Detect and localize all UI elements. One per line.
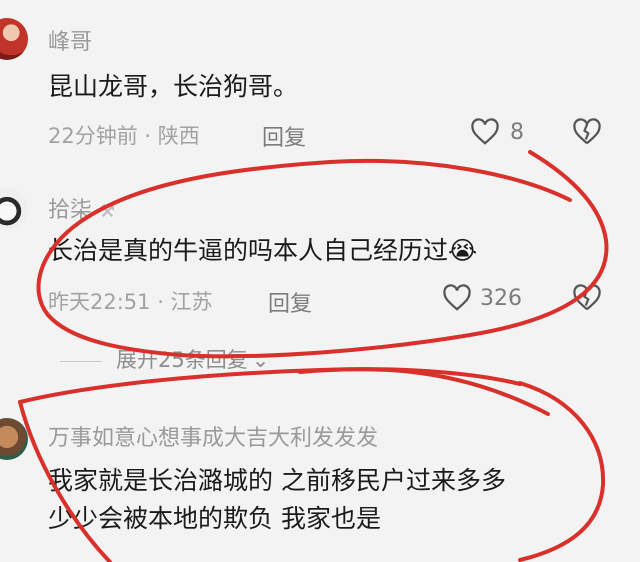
- reply-button[interactable]: 回复: [268, 286, 312, 318]
- broken-heart-icon[interactable]: [572, 118, 602, 146]
- username-text: 拾柒: [48, 198, 93, 223]
- username[interactable]: 拾柒 ⚒: [48, 192, 115, 224]
- comment-text-body: 长治是真的牛逼的吗本人自己经历过: [48, 236, 449, 265]
- time-location: 昨天22:51 · 江苏: [48, 290, 213, 314]
- username[interactable]: 万事如意心想事成大吉大利发发发: [48, 420, 378, 452]
- comment-text: 长治是真的牛逼的吗本人自己经历过😭: [48, 232, 477, 270]
- like-count: 326: [480, 286, 522, 311]
- like-count: 8: [510, 120, 524, 145]
- heart-icon[interactable]: [442, 284, 472, 312]
- comment-text-line: 少少会被本地的欺负 我家也是: [48, 504, 381, 533]
- hammer-icon: ⚒: [99, 201, 116, 222]
- divider: [60, 360, 102, 362]
- comment-text-line: 我家就是长治潞城的 之前移民户过来多多: [48, 466, 506, 495]
- avatar[interactable]: [0, 18, 28, 60]
- broken-heart-icon[interactable]: [572, 284, 602, 312]
- avatar[interactable]: [0, 188, 28, 230]
- reply-button[interactable]: 回复: [262, 120, 306, 152]
- crying-emoji: 😭: [448, 236, 478, 265]
- time-location: 22分钟前 · 陕西: [48, 124, 200, 148]
- heart-icon[interactable]: [470, 118, 500, 146]
- comment-text: 我家就是长治潞城的 之前移民户过来多多 少少会被本地的欺负 我家也是: [48, 462, 506, 538]
- avatar[interactable]: [0, 418, 28, 460]
- comment-text: 昆山龙哥，长治狗哥。: [48, 72, 299, 101]
- expand-replies-button[interactable]: 展开25条回复 ⌄: [60, 344, 269, 374]
- username[interactable]: 峰哥: [48, 24, 92, 56]
- chevron-down-icon: ⌄: [251, 348, 270, 372]
- expand-replies-label: 展开25条回复: [116, 348, 248, 372]
